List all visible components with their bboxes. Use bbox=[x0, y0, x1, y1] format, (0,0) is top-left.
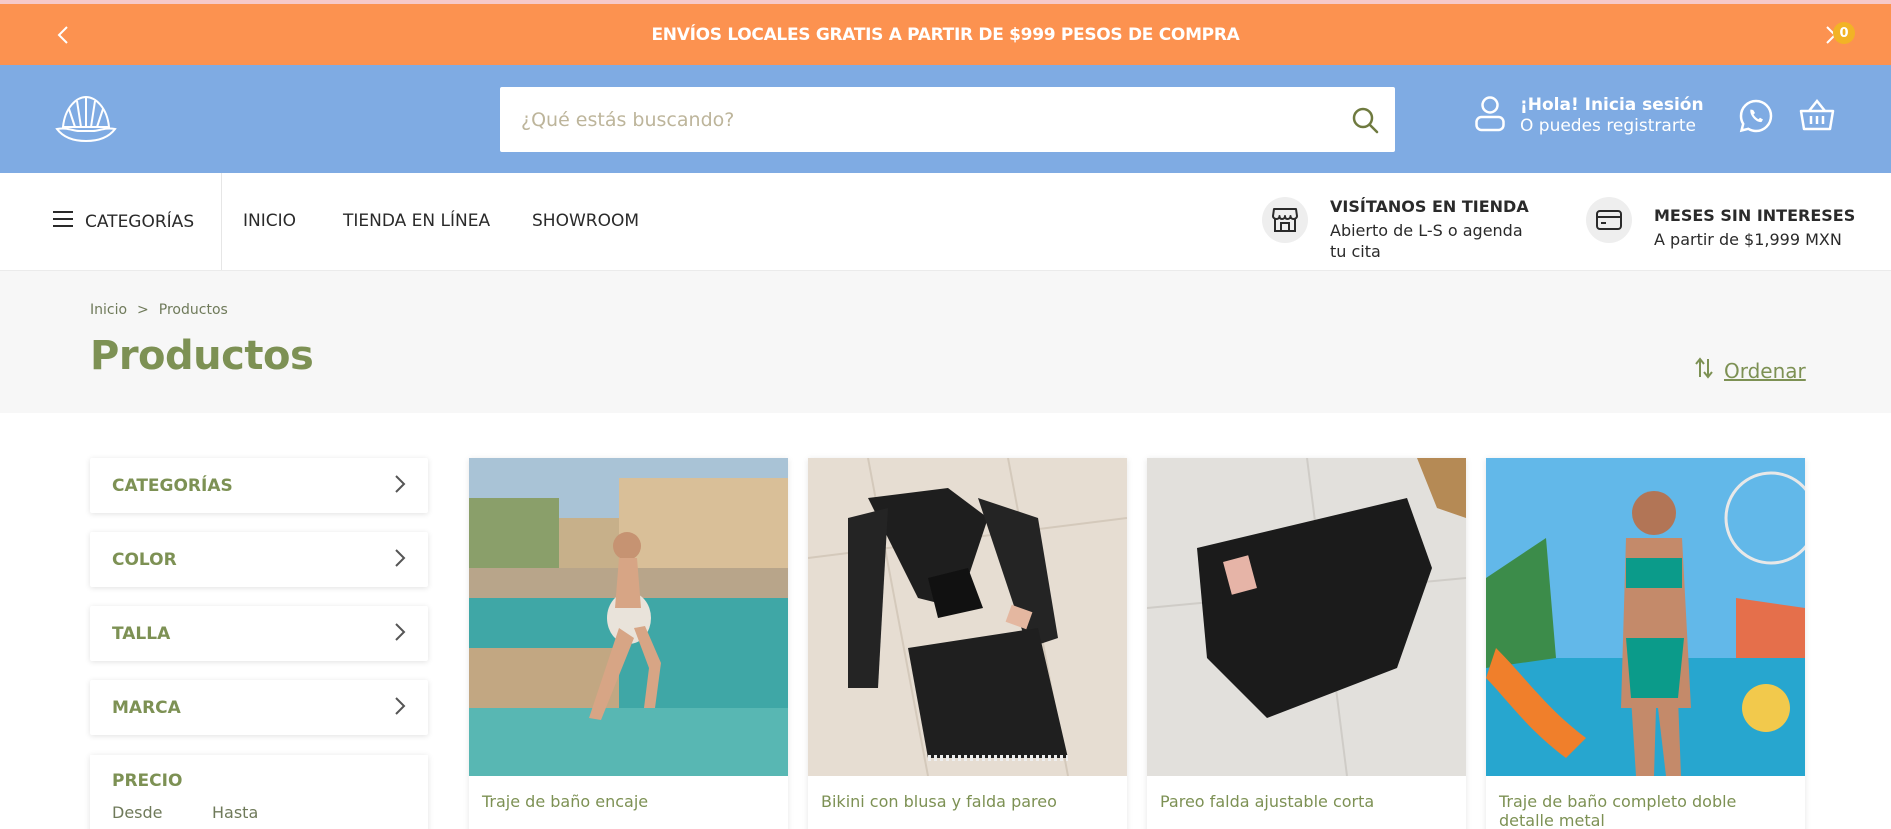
filter-label: COLOR bbox=[112, 549, 177, 570]
categories-menu-button[interactable]: CATEGORÍAS bbox=[0, 173, 222, 270]
main-nav: CATEGORÍAS INICIO TIENDA EN LÍNEA SHOWRO… bbox=[0, 173, 1891, 271]
product-name: Bikini con blusa y falda pareo bbox=[821, 792, 1057, 811]
store-info-line1: Abierto de L-S o agenda bbox=[1330, 221, 1523, 240]
chevron-right-icon bbox=[394, 696, 406, 720]
page-header: Inicio > Productos Productos Ordenar bbox=[0, 271, 1891, 413]
msi-info-title: MESES SIN INTERESES bbox=[1654, 206, 1856, 225]
page-title: Productos bbox=[90, 333, 314, 379]
product-name: Traje de baño completo doble detalle met… bbox=[1499, 792, 1737, 829]
announcement-bar: ENVÍOS LOCALES GRATIS A PARTIR DE $999 P… bbox=[0, 0, 1891, 65]
product-image bbox=[469, 458, 788, 776]
search-bar bbox=[500, 87, 1395, 152]
product-card[interactable]: Traje de baño encaje bbox=[469, 458, 788, 829]
product-name: Traje de baño encaje bbox=[482, 792, 649, 811]
breadcrumb-current: Productos bbox=[158, 302, 228, 318]
chevron-right-icon bbox=[394, 622, 406, 646]
chevron-left-icon[interactable] bbox=[50, 22, 76, 48]
store-icon bbox=[1262, 197, 1308, 243]
search-icon[interactable] bbox=[1335, 90, 1395, 150]
product-name: Pareo falda ajustable corta bbox=[1160, 792, 1375, 811]
nav-link-inicio[interactable]: INICIO bbox=[243, 211, 296, 231]
chevron-right-icon bbox=[394, 548, 406, 572]
login-greeting: ¡Hola! Inicia sesión bbox=[1520, 95, 1704, 115]
announcement-text: ENVÍOS LOCALES GRATIS A PARTIR DE $999 P… bbox=[651, 24, 1240, 45]
product-image bbox=[1486, 458, 1805, 776]
sort-label: Ordenar bbox=[1724, 358, 1806, 383]
filter-label: MARCA bbox=[112, 697, 181, 718]
user-icon bbox=[1474, 95, 1506, 137]
filter-talla[interactable]: TALLA bbox=[90, 606, 428, 661]
cart-count-badge: 0 bbox=[1833, 22, 1855, 44]
msi-info[interactable]: MESES SIN INTERESES A partir de $1,999 M… bbox=[1586, 197, 1855, 250]
store-info-line2: tu cita bbox=[1330, 242, 1381, 261]
hamburger-icon bbox=[53, 210, 73, 233]
store-visit-info[interactable]: VISÍTANOS EN TIENDA Abierto de L-S o age… bbox=[1262, 197, 1529, 262]
chevron-right-icon bbox=[394, 474, 406, 498]
breadcrumb-home-link[interactable]: Inicio bbox=[90, 302, 127, 318]
filter-color[interactable]: COLOR bbox=[90, 532, 428, 587]
search-input[interactable] bbox=[500, 87, 1335, 152]
filter-label: CATEGORÍAS bbox=[112, 475, 233, 496]
site-header: ¡Hola! Inicia sesión O puedes registrart… bbox=[0, 65, 1891, 173]
nav-link-tienda[interactable]: TIENDA EN LÍNEA bbox=[343, 211, 490, 231]
product-card[interactable]: Traje de baño completo doble detalle met… bbox=[1486, 458, 1805, 829]
product-image bbox=[808, 458, 1127, 776]
breadcrumb: Inicio > Productos bbox=[90, 302, 228, 318]
price-from-label: Desde bbox=[112, 803, 163, 822]
sort-arrows-icon bbox=[1694, 357, 1714, 384]
credit-card-icon bbox=[1586, 197, 1632, 243]
categories-menu-label: CATEGORÍAS bbox=[85, 211, 195, 232]
price-filter-title: PRECIO bbox=[112, 771, 183, 791]
filter-categorias[interactable]: CATEGORÍAS bbox=[90, 458, 428, 513]
whatsapp-icon[interactable] bbox=[1738, 98, 1774, 138]
product-card[interactable]: Bikini con blusa y falda pareo bbox=[808, 458, 1127, 829]
login-link[interactable]: ¡Hola! Inicia sesión O puedes registrart… bbox=[1474, 95, 1704, 137]
product-image bbox=[1147, 458, 1466, 776]
msi-info-line1: A partir de $1,999 MXN bbox=[1654, 230, 1842, 249]
price-to-label: Hasta bbox=[212, 803, 259, 822]
product-card[interactable]: Pareo falda ajustable corta bbox=[1147, 458, 1466, 829]
filter-precio: PRECIO Desde Hasta bbox=[90, 755, 428, 829]
filter-label: TALLA bbox=[112, 623, 171, 644]
filter-marca[interactable]: MARCA bbox=[90, 680, 428, 735]
sort-button[interactable]: Ordenar bbox=[1694, 357, 1806, 384]
nav-link-showroom[interactable]: SHOWROOM bbox=[532, 211, 639, 231]
shell-logo-icon[interactable] bbox=[55, 93, 117, 145]
cart-basket-icon[interactable] bbox=[1799, 98, 1835, 136]
breadcrumb-separator: > bbox=[137, 302, 149, 318]
register-text: O puedes registrarte bbox=[1520, 116, 1696, 136]
store-info-title: VISÍTANOS EN TIENDA bbox=[1330, 197, 1529, 216]
